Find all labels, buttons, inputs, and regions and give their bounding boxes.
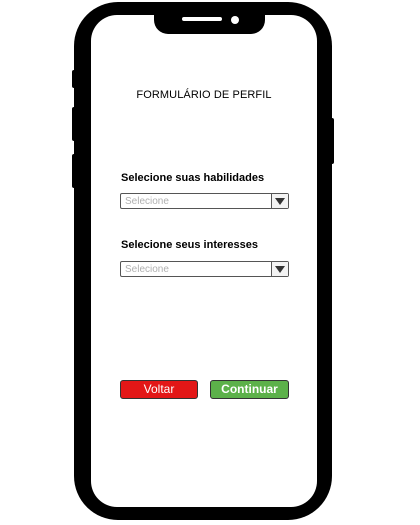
speaker-grille bbox=[182, 17, 222, 21]
triangle-down-icon[interactable] bbox=[271, 262, 288, 276]
interests-select[interactable]: Selecione bbox=[120, 261, 289, 277]
skills-select[interactable]: Selecione bbox=[120, 193, 289, 209]
continue-button[interactable]: Continuar bbox=[210, 380, 289, 399]
phone-side-button-volume-down bbox=[72, 154, 76, 188]
interests-select-value: Selecione bbox=[125, 264, 169, 275]
skills-select-value: Selecione bbox=[125, 196, 169, 207]
phone-side-button-silent bbox=[72, 70, 76, 88]
form-title: FORMULÁRIO DE PERFIL bbox=[136, 89, 272, 101]
triangle-down-icon[interactable] bbox=[271, 194, 288, 208]
interests-label: Selecione seus interesses bbox=[121, 239, 258, 251]
front-camera bbox=[231, 16, 239, 24]
back-button[interactable]: Voltar bbox=[120, 380, 198, 399]
skills-label: Selecione suas habilidades bbox=[121, 172, 265, 184]
phone-side-button-volume-up bbox=[72, 107, 76, 141]
phone-side-button-power bbox=[330, 118, 334, 164]
